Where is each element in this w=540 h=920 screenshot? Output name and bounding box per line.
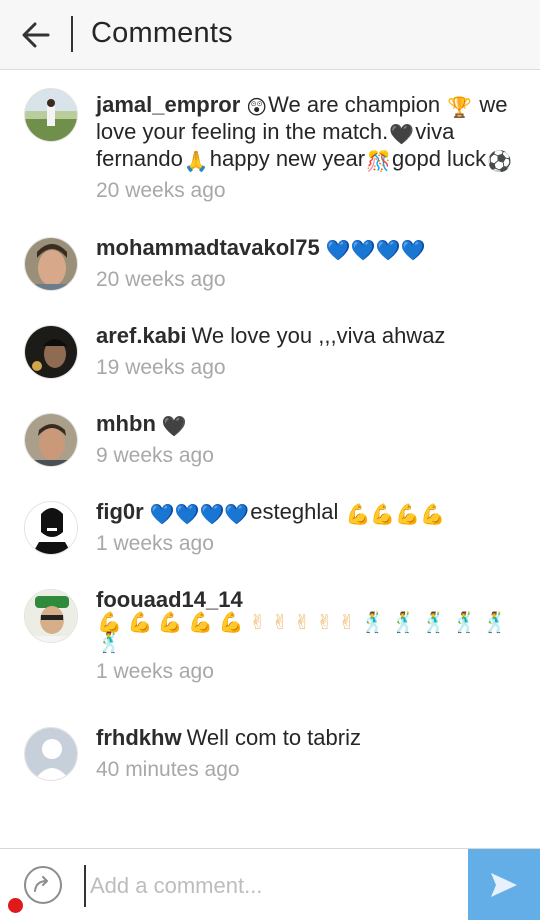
comment-text: aref.kabi We love you ,,,viva ahwaz (96, 322, 514, 349)
comment-body: gopd luck (392, 146, 487, 171)
comment-body: happy new year (209, 146, 366, 171)
reply-arrow-icon[interactable] (24, 866, 62, 904)
blue-heart-emoji-icon: 💙💙💙💙 (325, 240, 426, 262)
confetti-emoji-icon: 🎊 (366, 151, 391, 173)
recording-indicator (8, 898, 23, 913)
header-divider (71, 16, 73, 52)
comment-username[interactable]: aref.kabi (96, 323, 187, 348)
send-button[interactable] (468, 849, 540, 920)
comment-text: frhdkhw Well com to tabriz (96, 724, 514, 751)
avatar[interactable] (24, 589, 78, 643)
back-button[interactable] (14, 15, 58, 55)
comment-item: jamal_empror 😲We are champion 🏆 we love y… (0, 71, 540, 204)
comment-username[interactable]: foouaad14_14 (96, 587, 243, 612)
avatar[interactable] (24, 727, 78, 781)
black-heart-emoji-icon: 🖤 (161, 416, 187, 438)
comment-item: mhbn 🖤 9 weeks ago (0, 381, 540, 469)
comment-timestamp: 20 weeks ago (96, 268, 226, 291)
send-arrow-icon (491, 873, 517, 897)
comment-timestamp: 20 weeks ago (96, 179, 226, 202)
avatar[interactable] (24, 501, 78, 555)
comment-item: foouaad14_14 💪 💪 💪 💪 💪 ✌ ✌ ✌ ✌ ✌ 🕺 🕺 🕺 🕺 … (0, 557, 540, 685)
page-title: Comments (91, 17, 233, 49)
comment-text: fig0r 💙💙💙💙esteghlal 💪💪💪💪 (96, 498, 514, 525)
top-bar: Comments (0, 0, 540, 70)
comment-composer (0, 848, 540, 920)
comment-item: aref.kabi We love you ,,,viva ahwaz 19 we… (0, 293, 540, 381)
comment-body: Well com to tabriz (186, 725, 361, 750)
comment-timestamp: 1 weeks ago (96, 532, 214, 555)
avatar[interactable] (24, 413, 78, 467)
black-heart-emoji-icon: 🖤 (389, 124, 415, 146)
comment-text: mohammadtavakol75 💙💙💙💙 (96, 234, 514, 261)
comment-username[interactable]: frhdkhw (96, 725, 182, 750)
avatar[interactable] (24, 237, 78, 291)
arrow-left-icon (22, 22, 50, 48)
comment-text: mhbn 🖤 (96, 410, 514, 437)
soccer-ball-emoji-icon: ⚽ (487, 151, 513, 173)
comment-username[interactable]: mohammadtavakol75 (96, 235, 320, 260)
trophy-emoji-icon: 🏆 (447, 97, 473, 119)
comment-text: foouaad14_14 💪 💪 💪 💪 💪 ✌ ✌ ✌ ✌ ✌ 🕺 🕺 🕺 🕺 … (96, 586, 514, 653)
comment-timestamp: 9 weeks ago (96, 444, 214, 467)
pray-emoji-icon: 🙏 (183, 151, 209, 173)
comment-body: esteghlal (250, 499, 345, 524)
blue-heart-emoji-icon: 💙💙💙💙 (149, 504, 250, 526)
comment-item: frhdkhw Well com to tabriz 40 minutes ago (0, 685, 540, 783)
emoji-sequence-icon: 💪 💪 💪 💪 💪 ✌ ✌ ✌ ✌ ✌ 🕺 🕺 🕺 🕺 🕺 🕺 (97, 612, 508, 654)
comment-timestamp: 19 weeks ago (96, 356, 226, 379)
avatar[interactable] (24, 325, 78, 379)
comment-list[interactable]: jamal_empror 😲We are champion 🏆 we love y… (0, 71, 540, 848)
comment-body: We love you ,,,viva ahwaz (191, 323, 446, 348)
avatar[interactable] (24, 88, 78, 142)
comment-item: fig0r 💙💙💙💙esteghlal 💪💪💪💪 1 weeks ago (0, 469, 540, 557)
comment-input[interactable] (84, 865, 454, 907)
astonished-emoji-icon: 😲 (246, 97, 268, 119)
comment-username[interactable]: mhbn (96, 411, 156, 436)
comment-username[interactable]: fig0r (96, 499, 144, 524)
comment-body: We are champion (268, 92, 447, 117)
comment-timestamp: 1 weeks ago (96, 660, 214, 683)
comment-timestamp: 40 minutes ago (96, 758, 240, 781)
comment-text: jamal_empror 😲We are champion 🏆 we love y… (96, 91, 514, 172)
comment-item: mohammadtavakol75 💙💙💙💙 20 weeks ago (0, 204, 540, 293)
flexed-biceps-emoji-icon: 💪💪💪💪 (345, 504, 446, 526)
comment-username[interactable]: jamal_empror (96, 92, 240, 117)
